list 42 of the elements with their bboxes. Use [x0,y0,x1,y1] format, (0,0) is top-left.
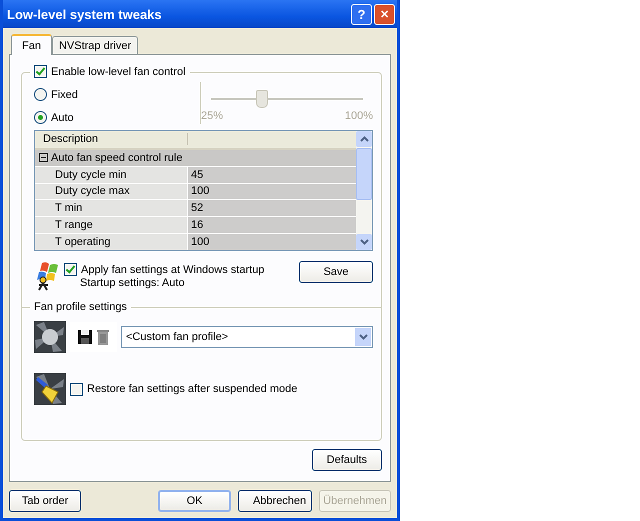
tab[interactable]: NVStrap driver [52,36,138,54]
defaults-button[interactable]: Defaults [312,449,382,471]
fan-icon [34,321,66,353]
slider-min-label: 25% [201,110,224,122]
group-title: Fan profile settings [30,301,131,313]
fan-brush-icon [34,373,66,405]
radio-button[interactable] [34,88,47,101]
close-button[interactable]: ✕ [374,4,395,24]
radio-label: Fixed [51,88,78,100]
trash-icon[interactable] [97,329,109,345]
property-value: 100 [187,184,356,200]
property-name: Duty cycle max [35,184,187,200]
property-name: T min [35,200,187,216]
group-label: Auto fan speed control rule [51,152,182,164]
scrollbar[interactable] [356,131,372,250]
property-value: 100 [187,234,356,250]
radio-button[interactable] [34,111,47,124]
radio-label: Auto [51,112,74,124]
slider-max-label: 100% [344,110,373,122]
tab[interactable]: Fan [11,34,52,55]
help-button[interactable]: ? [351,4,372,24]
checkbox[interactable] [34,65,47,78]
dialog-button[interactable]: Tab order [9,490,82,512]
property-name: Duty cycle min [35,166,187,183]
window-title: Low-level system tweaks [7,6,162,22]
checkbox[interactable] [64,263,77,276]
windows-figure-icon [34,261,60,291]
checkbox-label: Restore fan settings after suspended mode [87,383,298,395]
profile-dropdown[interactable]: <Custom fan profile> [121,326,373,348]
dialog-button[interactable]: OK [158,490,231,512]
save-button[interactable]: Save [299,261,373,283]
startup-status: Startup settings: Auto [79,277,186,289]
property-value: 45 [187,166,356,183]
dialog-button[interactable]: Abbrechen [238,490,312,512]
collapse-icon[interactable] [39,153,48,162]
property-value: 52 [187,200,356,216]
checkbox-label: Apply fan settings at Windows startup [81,264,264,276]
checkbox[interactable] [70,382,83,396]
property-name: T operating [35,234,187,250]
property-name: T range [35,217,187,234]
checkbox-label: Enable low-level fan control [51,66,186,78]
property-value: 16 [187,217,356,234]
